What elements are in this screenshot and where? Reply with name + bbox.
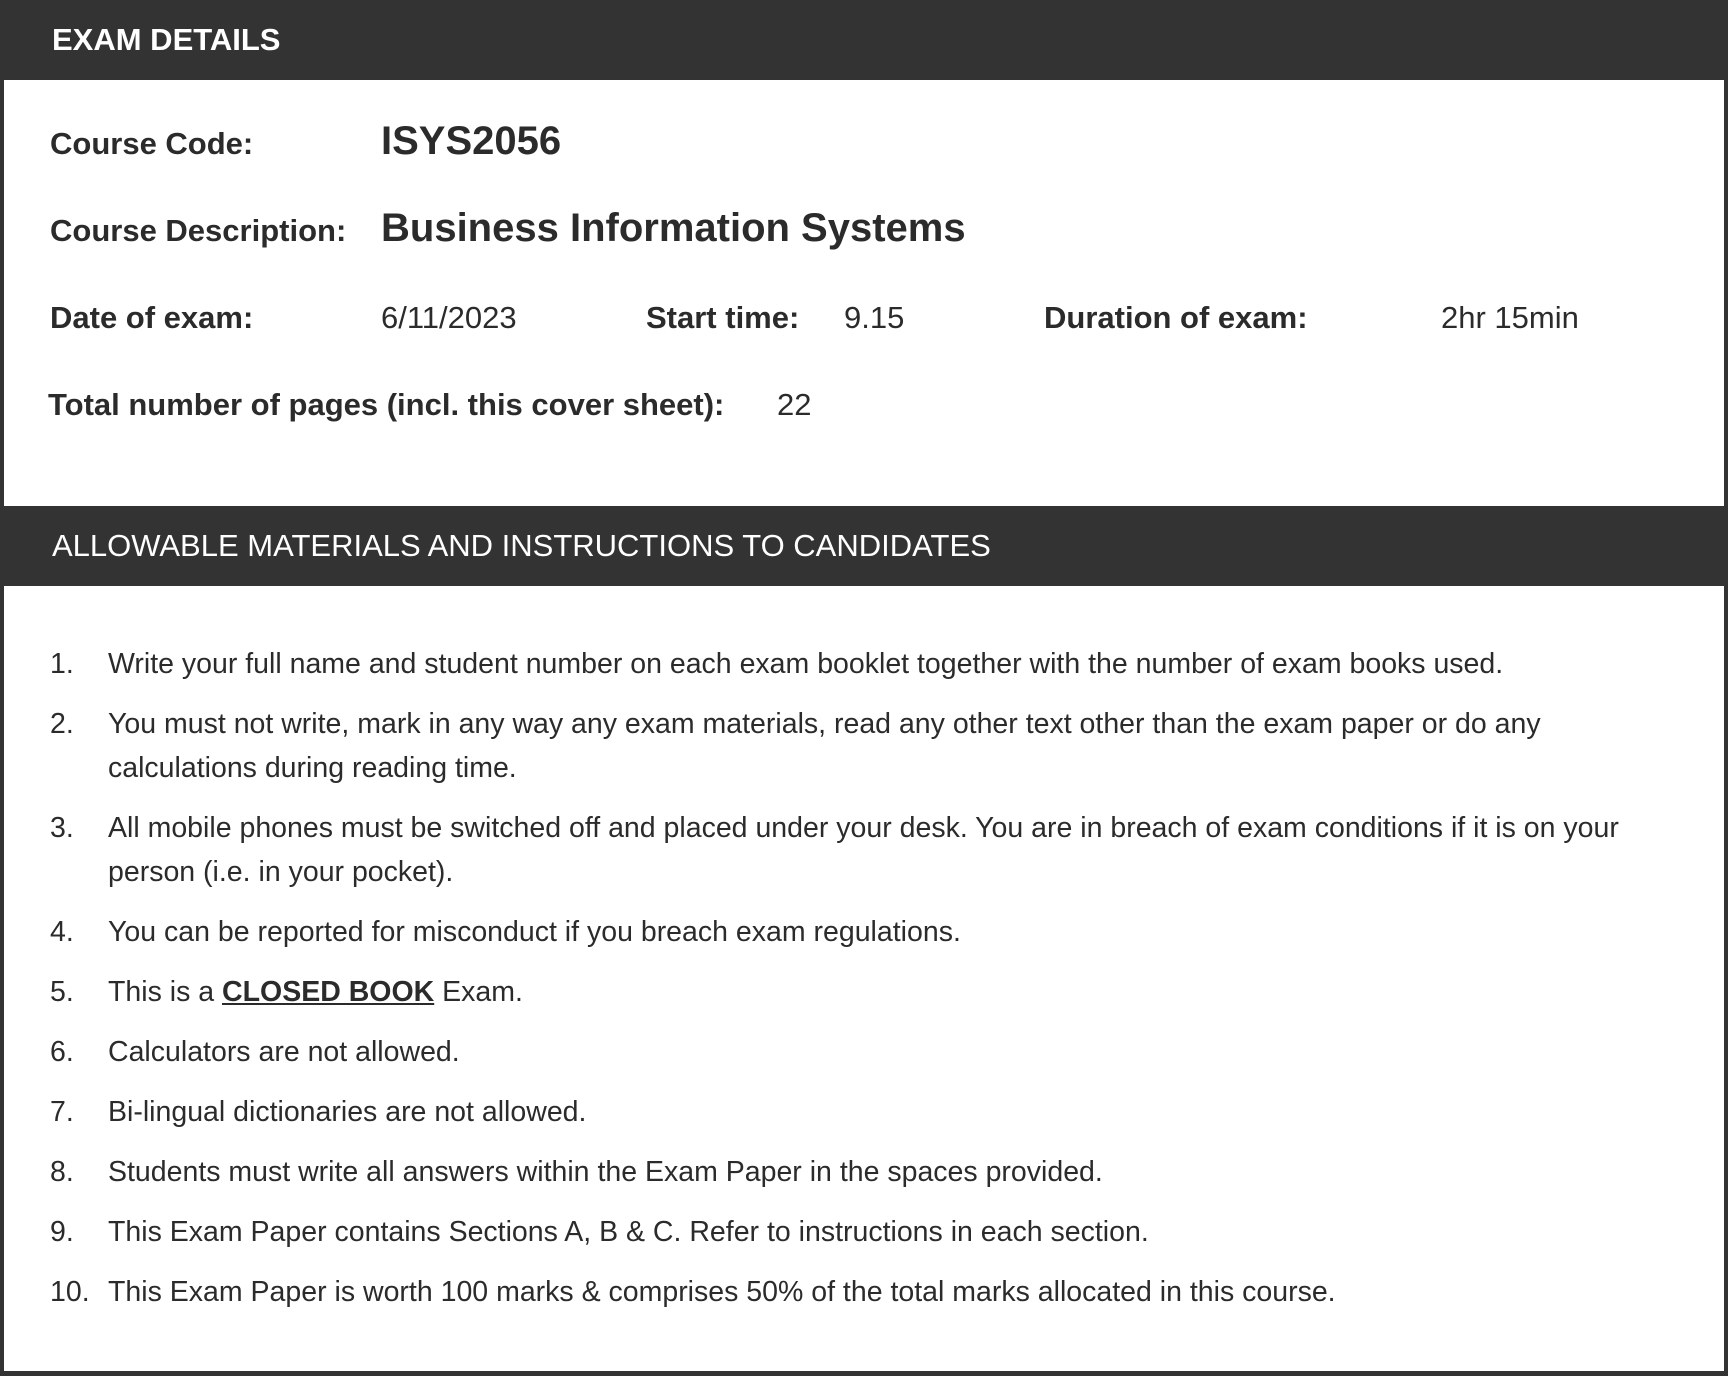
instructions-heading: ALLOWABLE MATERIALS AND INSTRUCTIONS TO … xyxy=(52,528,991,563)
start-time-value: 9.15 xyxy=(844,300,905,335)
exam-details-header: EXAM DETAILS xyxy=(4,0,1728,80)
instruction-text: This is a CLOSED BOOK Exam. xyxy=(108,970,1688,1014)
total-pages-value: 22 xyxy=(777,387,812,422)
exam-cover-sheet: EXAM DETAILS Course Code: ISYS2056 Cours… xyxy=(0,0,1728,1376)
instruction-number: 7. xyxy=(50,1096,74,1128)
total-pages-label: Total number of pages (incl. this cover … xyxy=(48,387,725,422)
instruction-text: Write your full name and student number … xyxy=(108,648,1504,680)
instruction-text: You can be reported for misconduct if yo… xyxy=(108,916,961,948)
instruction-text: All mobile phones must be switched off a… xyxy=(108,812,1619,888)
exam-date-label: Date of exam: xyxy=(50,300,254,335)
instruction-text: Bi-lingual dictionaries are not allowed. xyxy=(108,1096,587,1128)
exam-details-heading: EXAM DETAILS xyxy=(52,22,281,57)
instruction-text: Calculators are not allowed. xyxy=(108,1036,460,1068)
closed-book-emphasis: CLOSED BOOK xyxy=(222,976,435,1008)
instruction-text: This Exam Paper is worth 100 marks & com… xyxy=(108,1276,1336,1308)
instruction-number: 4. xyxy=(50,916,74,948)
instruction-number: 1. xyxy=(50,648,74,680)
instructions-header: ALLOWABLE MATERIALS AND INSTRUCTIONS TO … xyxy=(4,506,1728,586)
course-code-label: Course Code: xyxy=(50,126,254,161)
course-description-value: Business Information Systems xyxy=(381,206,966,250)
instruction-text: This Exam Paper contains Sections A, B &… xyxy=(108,1216,1149,1248)
instruction-number: 5. xyxy=(50,976,74,1008)
exam-date-value: 6/11/2023 xyxy=(381,300,517,335)
instruction-text-before: This is a xyxy=(108,976,223,1008)
instruction-text: Students must write all answers within t… xyxy=(108,1156,1103,1188)
duration-value: 2hr 15min xyxy=(1441,300,1579,335)
instruction-number: 8. xyxy=(50,1156,74,1188)
instruction-text-after: Exam. xyxy=(434,976,523,1008)
instruction-text: You must not write, mark in any way any … xyxy=(108,708,1541,784)
course-description-label: Course Description: xyxy=(50,213,347,248)
instruction-number: 10. xyxy=(50,1276,90,1308)
instruction-number: 2. xyxy=(50,708,74,740)
instruction-number: 6. xyxy=(50,1036,74,1068)
course-code-value: ISYS2056 xyxy=(381,119,562,163)
start-time-label: Start time: xyxy=(646,300,800,335)
duration-label: Duration of exam: xyxy=(1044,300,1308,335)
instruction-number: 9. xyxy=(50,1216,74,1248)
instruction-number: 3. xyxy=(50,812,74,844)
